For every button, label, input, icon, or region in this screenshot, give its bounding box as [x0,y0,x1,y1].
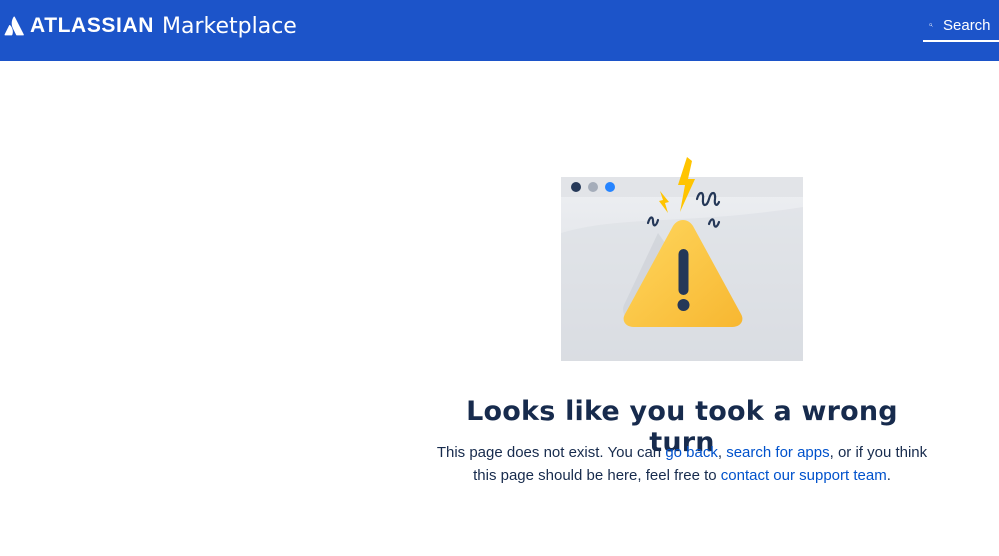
message-separator: , [717,444,727,461]
search-box[interactable] [923,10,999,42]
brand-name: ATLASSIAN [30,14,155,37]
search-for-apps-link[interactable]: search for apps [726,444,829,461]
top-navigation-bar: ATLASSIAN Marketplace [0,0,999,61]
go-back-link[interactable]: go back [665,444,718,461]
message-text-start: This page does not exist. You can [436,444,666,461]
product-name: Marketplace [162,13,297,39]
contact-support-link[interactable]: contact our support team [721,467,887,484]
message-text-end: . [886,467,891,484]
search-input[interactable] [933,16,999,34]
atlassian-marketplace-home-link[interactable]: ATLASSIAN Marketplace [4,11,297,41]
atlassian-logo-icon [4,16,24,36]
error-illustration [561,157,803,361]
error-message: This page does not exist. You can go bac… [432,441,932,487]
